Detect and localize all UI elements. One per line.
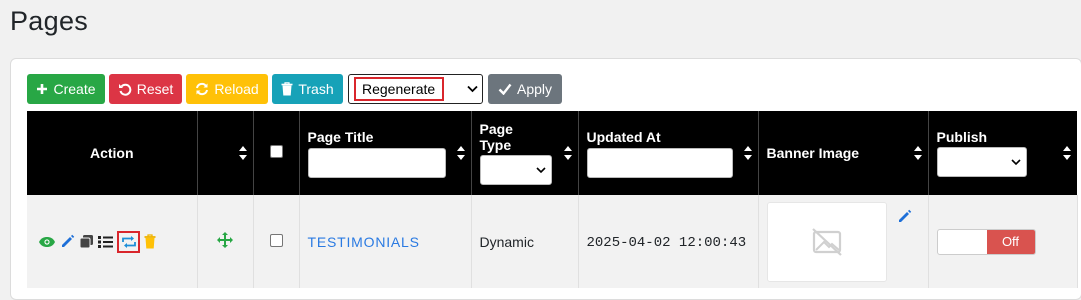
chevron-down-icon bbox=[1010, 159, 1021, 166]
eye-icon[interactable] bbox=[38, 236, 56, 248]
create-button[interactable]: Create bbox=[27, 74, 105, 104]
trash-label: Trash bbox=[298, 81, 334, 97]
row-checkbox[interactable] bbox=[269, 233, 283, 247]
copy-icon[interactable] bbox=[79, 234, 94, 249]
page-type-filter-select[interactable] bbox=[479, 155, 552, 185]
header-action: Action bbox=[27, 111, 198, 195]
header-updated-at[interactable]: Updated At bbox=[578, 111, 759, 195]
list-icon[interactable] bbox=[98, 235, 113, 249]
page-title: Pages bbox=[10, 6, 89, 36]
page-type-value: Dynamic bbox=[479, 233, 534, 250]
sort-icon[interactable] bbox=[238, 146, 247, 160]
pages-card: Create Reset Reload Trash Regenerate App… bbox=[10, 58, 1081, 300]
publish-toggle[interactable]: Off bbox=[936, 228, 1036, 255]
sort-icon[interactable] bbox=[456, 146, 465, 160]
reset-button[interactable]: Reset bbox=[109, 74, 182, 104]
header-publish-label: Publish bbox=[936, 129, 988, 145]
bulk-action-value: Regenerate bbox=[354, 77, 444, 101]
image-off-icon bbox=[811, 227, 842, 256]
bulk-action-select[interactable]: Regenerate bbox=[348, 74, 483, 104]
row-page-type: Dynamic bbox=[471, 195, 579, 288]
row-select bbox=[253, 195, 300, 288]
header-page-type[interactable]: Page Type bbox=[471, 111, 579, 195]
chevron-down-icon bbox=[467, 85, 478, 93]
sort-icon[interactable] bbox=[743, 146, 752, 160]
chevron-down-icon bbox=[535, 167, 546, 174]
table-header-row: Action Page Title Page Type Updated At B… bbox=[27, 111, 1077, 195]
pencil-icon[interactable] bbox=[897, 209, 912, 224]
regenerate-icon bbox=[121, 235, 136, 248]
banner-image-placeholder bbox=[766, 201, 887, 282]
plus-icon bbox=[37, 84, 48, 94]
check-icon bbox=[498, 83, 512, 95]
row-banner-image bbox=[758, 195, 929, 288]
reload-label: Reload bbox=[214, 81, 259, 97]
sort-icon[interactable] bbox=[563, 146, 572, 160]
move-icon bbox=[217, 232, 233, 248]
header-updated-at-label: Updated At bbox=[586, 128, 661, 145]
trash-button[interactable]: Trash bbox=[272, 74, 343, 104]
row-updated-at: 2025-04-02 12:00:43 bbox=[578, 195, 759, 288]
create-label: Create bbox=[53, 81, 96, 97]
trash-icon bbox=[281, 82, 293, 96]
row-actions bbox=[27, 195, 198, 288]
row-publish: Off bbox=[928, 195, 1078, 288]
sort-icon[interactable] bbox=[1063, 146, 1071, 160]
page-title-link[interactable]: TESTIMONIALS bbox=[308, 234, 420, 250]
table-row: TESTIMONIALS Dynamic 2025-04-02 12:00:43 bbox=[27, 195, 1078, 288]
reload-icon bbox=[196, 82, 209, 96]
apply-label: Apply bbox=[516, 81, 553, 97]
apply-button[interactable]: Apply bbox=[488, 74, 562, 104]
header-reorder[interactable] bbox=[197, 111, 254, 195]
header-action-label: Action bbox=[89, 145, 134, 161]
regenerate-button[interactable] bbox=[117, 230, 140, 253]
publish-toggle-label: Off bbox=[986, 229, 1035, 254]
header-banner-image-label: Banner Image bbox=[766, 145, 860, 161]
header-page-type-line2: Type bbox=[479, 137, 512, 153]
header-page-type-line1: Page bbox=[479, 121, 513, 137]
updated-at-filter-input[interactable] bbox=[586, 147, 733, 178]
publish-filter-select[interactable] bbox=[936, 147, 1027, 177]
pencil-icon[interactable] bbox=[60, 234, 75, 249]
pages-table: Action Page Title Page Type Updated At B… bbox=[27, 111, 1078, 288]
header-banner-image[interactable]: Banner Image bbox=[758, 111, 929, 195]
sort-icon[interactable] bbox=[913, 146, 922, 160]
row-page-title: TESTIMONIALS bbox=[299, 195, 472, 288]
select-all-checkbox[interactable] bbox=[269, 145, 283, 158]
reset-label: Reset bbox=[136, 81, 174, 97]
reload-button[interactable]: Reload bbox=[186, 74, 268, 104]
updated-at-value: 2025-04-02 12:00:43 bbox=[586, 234, 747, 251]
page-title-filter-input[interactable] bbox=[307, 147, 446, 178]
undo-icon bbox=[118, 83, 132, 96]
header-page-title[interactable]: Page Title bbox=[299, 111, 472, 195]
row-drag-handle[interactable] bbox=[197, 195, 254, 288]
header-publish[interactable]: Publish bbox=[928, 111, 1077, 195]
header-select-all bbox=[253, 111, 300, 195]
trash-icon[interactable] bbox=[144, 234, 156, 249]
header-page-title-label: Page Title bbox=[307, 128, 374, 145]
